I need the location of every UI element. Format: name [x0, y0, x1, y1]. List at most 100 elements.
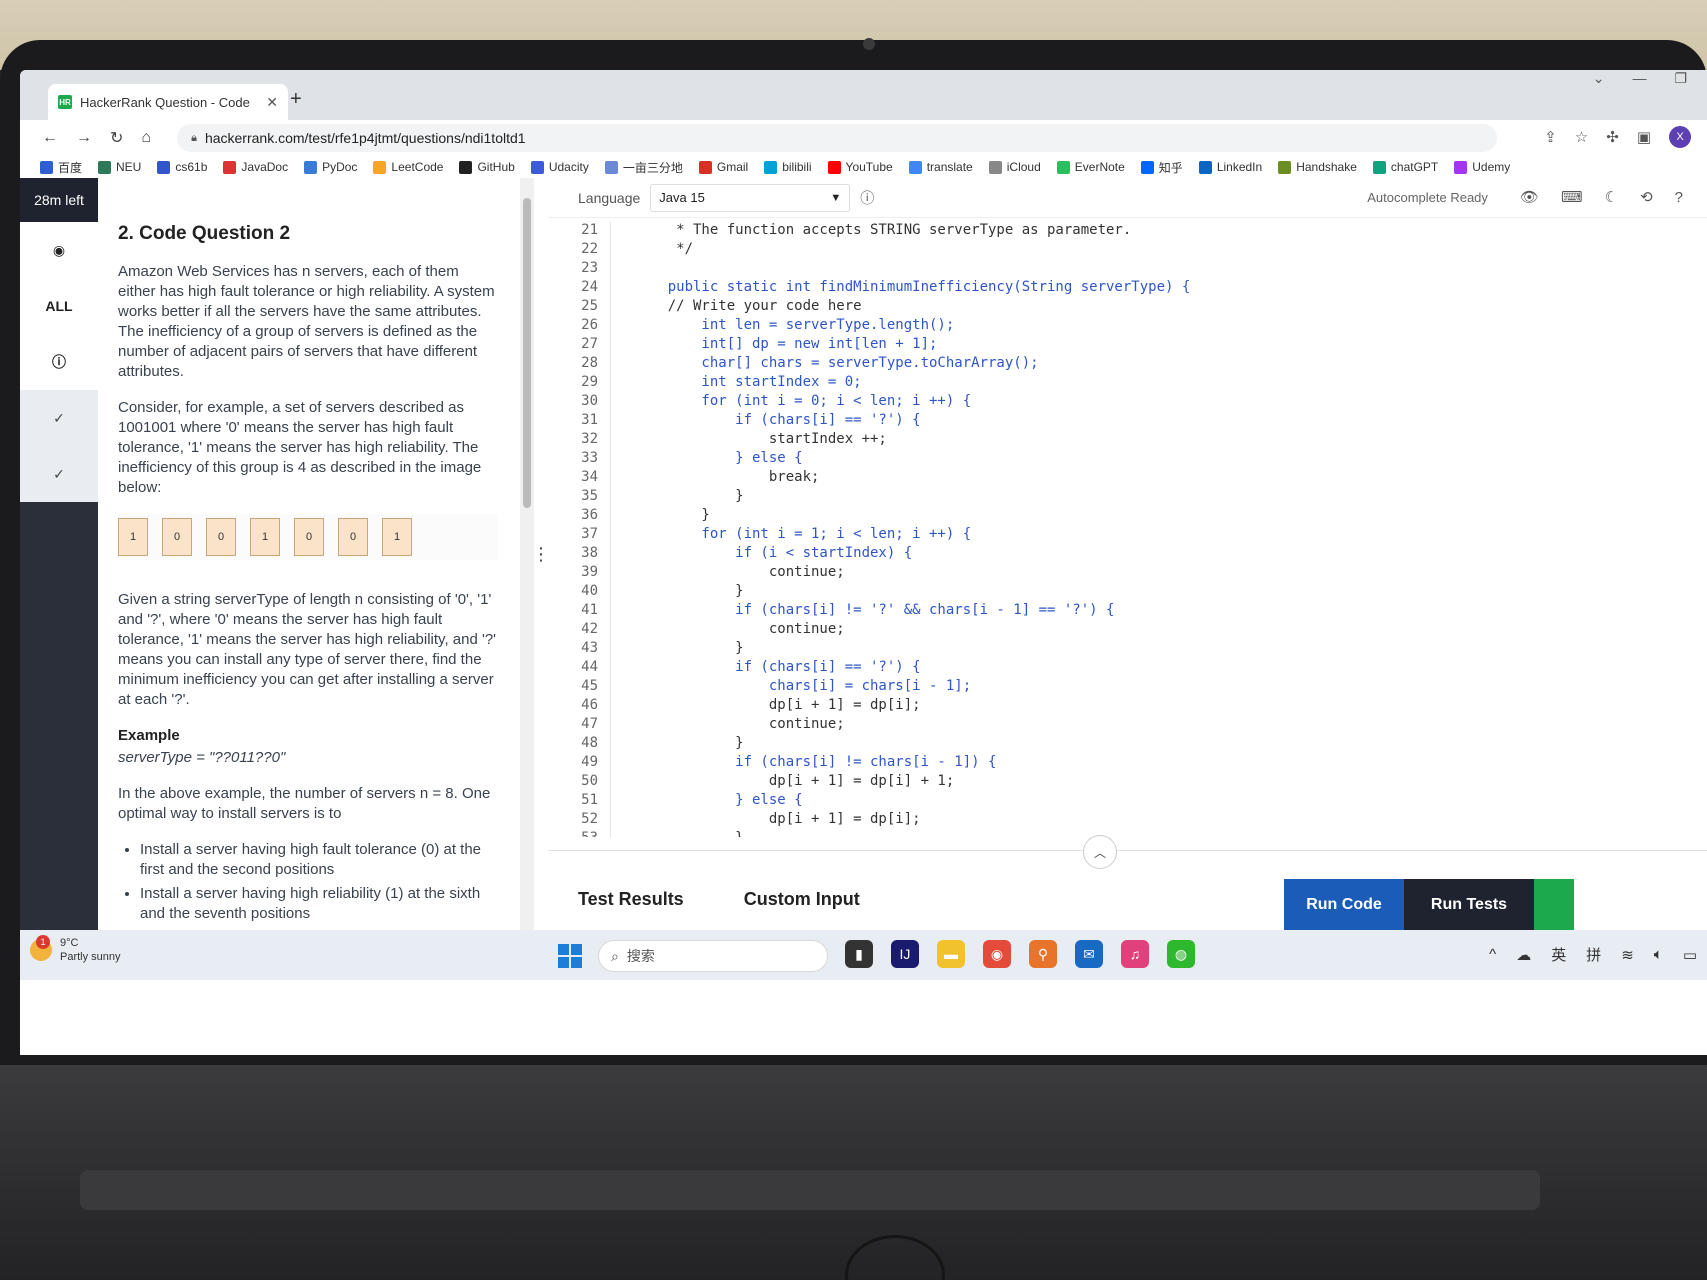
list-item: Install a server having high reliability… [140, 884, 498, 924]
bookmark-item[interactable]: LinkedIn [1198, 160, 1263, 174]
bookmark-label: Gmail [716, 160, 749, 174]
chevron-down-icon[interactable]: ⌄ [1593, 70, 1605, 87]
intellij-icon[interactable]: IJ [891, 940, 919, 968]
eye-icon[interactable]: 👁︎ [1520, 188, 1539, 206]
scroll-thumb[interactable] [523, 198, 531, 508]
bookmark-item[interactable]: Gmail [698, 160, 749, 174]
all-questions-button[interactable]: ALL [20, 278, 98, 334]
bookmark-item[interactable]: JavaDoc [223, 160, 288, 174]
chrome-icon[interactable]: ◉ [983, 940, 1011, 968]
line-number: 34 [581, 469, 598, 485]
home-icon[interactable]: ⌂ [141, 129, 151, 147]
line-number: 42 [581, 621, 598, 637]
bookmark-label: LinkedIn [1216, 160, 1263, 174]
gutter [610, 469, 622, 488]
browser-tab[interactable]: HR HackerRank Question - Code ✕ [48, 84, 288, 120]
gutter [610, 241, 622, 260]
bookmark-item[interactable]: bilibili [764, 160, 812, 174]
question-1-check-icon[interactable]: ✓ [20, 390, 98, 446]
code-text: * The function accepts STRING serverType… [634, 222, 1132, 238]
minimize-icon[interactable]: — [1632, 70, 1646, 87]
tray-lang[interactable]: 英 [1551, 944, 1566, 965]
music-icon[interactable]: ♫ [1121, 940, 1149, 968]
windows-start-icon[interactable] [558, 944, 582, 968]
code-area[interactable]: 21 * The function accepts STRING serverT… [548, 222, 1707, 837]
server-diagram: 1001001 [118, 514, 498, 560]
close-tab-icon[interactable]: ✕ [266, 94, 278, 111]
submit-button[interactable] [1534, 879, 1574, 931]
editor-bottom-bar: ︿ Test Results Custom Input Run Code Run… [548, 835, 1707, 931]
run-code-button[interactable]: Run Code [1284, 879, 1404, 931]
bookmark-item[interactable]: NEU [98, 160, 141, 174]
keyboard-icon[interactable]: ⌨ [1561, 188, 1583, 206]
weather-condition: Partly sunny [60, 951, 121, 963]
bookmark-item[interactable]: translate [908, 160, 973, 174]
bookmark-item[interactable]: EverNote [1056, 160, 1125, 174]
tab-custom-input[interactable]: Custom Input [744, 889, 860, 910]
sidepanel-icon[interactable]: ▣ [1637, 128, 1651, 146]
file-explorer-icon[interactable]: ▬ [937, 940, 965, 968]
run-tests-button[interactable]: Run Tests [1404, 879, 1534, 931]
back-icon[interactable]: ← [42, 129, 58, 147]
problem-paragraph-3: Given a string serverType of length n co… [118, 591, 497, 708]
code-line: 35 } [548, 488, 1707, 507]
webcam [863, 38, 875, 50]
restore-icon[interactable]: ❐ [1674, 70, 1687, 87]
moon-icon[interactable]: ☾ [1605, 188, 1618, 206]
bookmark-item[interactable]: 一亩三分地 [604, 159, 683, 176]
weather-widget[interactable]: 1 9°C Partly sunny [30, 935, 121, 964]
volume-icon[interactable]: 🔈︎ [1654, 946, 1663, 963]
url-bar[interactable]: 🔒︎ hackerrank.com/test/rfe1p4jtmt/questi… [177, 124, 1498, 152]
info-icon[interactable]: ⓘ [860, 188, 874, 208]
cloud-icon[interactable]: ☁ [1516, 946, 1531, 964]
task-view-icon[interactable]: ▮ [845, 940, 873, 968]
chevron-up-icon[interactable]: ︿ [1083, 835, 1117, 869]
help-icon[interactable]: ? [1675, 189, 1683, 206]
magnifier-icon[interactable]: ⚲ [1029, 940, 1057, 968]
tab-test-results[interactable]: Test Results [578, 889, 684, 910]
mail-icon[interactable]: ✉ [1075, 940, 1103, 968]
gutter [610, 792, 622, 811]
question-2-check-icon[interactable]: ✓ [20, 446, 98, 502]
wechat-icon[interactable]: ◍ [1167, 940, 1195, 968]
code-text: startIndex ++; [634, 431, 887, 447]
line-number: 26 [581, 317, 598, 333]
history-icon[interactable]: ⟲ [1640, 188, 1653, 206]
bookmark-item[interactable]: 知乎 [1140, 159, 1183, 176]
wifi-icon[interactable]: ≋ [1621, 946, 1634, 964]
language-select[interactable]: Java 15 ▼ [650, 183, 851, 212]
code-text: */ [634, 241, 694, 257]
bookmark-item[interactable]: Udacity [530, 160, 589, 174]
code-line: 32 startIndex ++; [548, 431, 1707, 450]
bookmark-item[interactable]: 百度 [40, 159, 82, 176]
tray-ime[interactable]: 拼 [1586, 944, 1601, 965]
extensions-icon[interactable]: ✣ [1606, 128, 1619, 146]
bookmark-item[interactable]: GitHub [459, 160, 515, 174]
chevron-up-icon[interactable]: ^ [1489, 946, 1496, 963]
bookmark-label: 百度 [58, 160, 83, 175]
pane-splitter-handle[interactable]: ⋮ [532, 178, 550, 930]
code-text: break; [634, 469, 820, 485]
bookmark-item[interactable]: LeetCode [373, 160, 443, 174]
profile-avatar[interactable]: X [1669, 126, 1691, 148]
new-tab-icon[interactable]: + [290, 88, 302, 111]
line-number: 24 [581, 279, 598, 295]
info-icon[interactable]: ⓘ [20, 334, 98, 390]
code-line: 34 break; [548, 469, 1707, 488]
bookmark-item[interactable]: cs61b [157, 160, 207, 174]
reload-icon[interactable]: ↻ [110, 128, 123, 148]
forward-icon[interactable]: → [76, 129, 92, 147]
battery-icon[interactable]: ▭ [1683, 946, 1697, 964]
share-icon[interactable]: ⇪ [1544, 128, 1557, 146]
bookmark-item[interactable]: chatGPT [1372, 160, 1438, 174]
bookmark-item[interactable]: iCloud [988, 160, 1041, 174]
compass-icon[interactable]: ◉ [20, 222, 98, 278]
bookmark-item[interactable]: Udemy [1454, 160, 1510, 174]
star-icon[interactable]: ☆ [1575, 128, 1588, 146]
bookmark-item[interactable]: YouTube [827, 160, 893, 174]
bookmark-item[interactable]: Handshake [1278, 160, 1357, 174]
bookmark-item[interactable]: PyDoc [304, 160, 357, 174]
taskbar-search[interactable]: ⌕ 搜索 [598, 940, 828, 972]
gutter [610, 621, 622, 640]
code-text: chars[i] = chars[i - 1]; [634, 678, 972, 694]
